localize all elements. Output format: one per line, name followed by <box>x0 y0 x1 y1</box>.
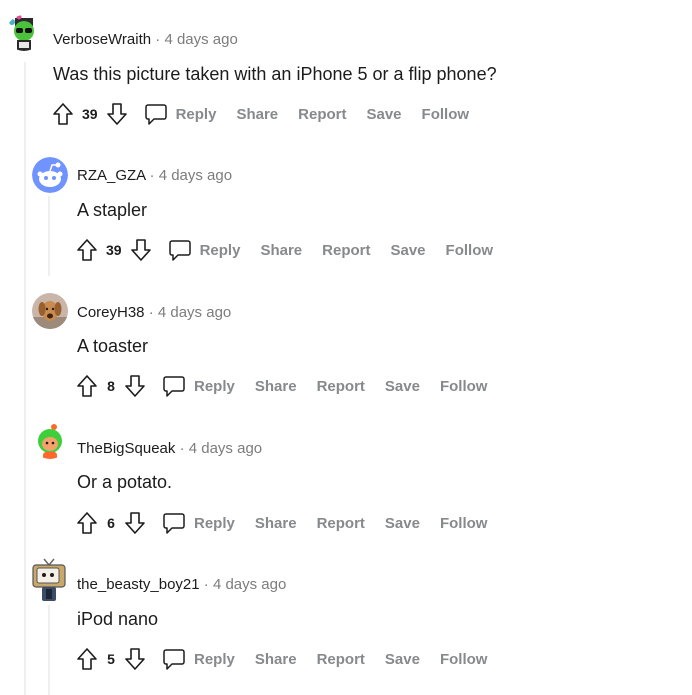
thread-line-child[interactable] <box>48 196 50 276</box>
upvote-button[interactable] <box>74 510 100 536</box>
timestamp: · 4 days ago <box>148 304 232 321</box>
upvote-button[interactable] <box>74 646 100 672</box>
save-button[interactable]: Save <box>385 515 420 532</box>
downvote-button[interactable] <box>122 646 148 672</box>
author-name[interactable]: TheBigSqueak <box>77 440 175 457</box>
reply-label: Reply <box>194 650 235 668</box>
comment-bubble-icon <box>162 511 186 535</box>
comment-bubble-icon <box>144 102 168 126</box>
author-name[interactable]: RZA_GZA <box>77 167 145 184</box>
upvote-button[interactable] <box>74 237 100 263</box>
share-button[interactable]: Share <box>260 242 302 259</box>
share-button[interactable]: Share <box>236 106 278 123</box>
reply-button[interactable]: Reply <box>162 511 235 535</box>
green-robot-avatar <box>6 15 42 51</box>
follow-button[interactable]: Follow <box>440 651 488 668</box>
follow-button[interactable]: Follow <box>440 378 488 395</box>
upvote-button[interactable] <box>50 101 76 127</box>
follow-button[interactable]: Follow <box>440 515 488 532</box>
upvote-arrow-icon <box>53 103 73 125</box>
comment-body: iPod nano <box>77 609 159 629</box>
reply-label: Reply <box>194 377 235 395</box>
comment-body: A stapler <box>77 200 148 220</box>
timestamp: · 4 days ago <box>203 576 287 593</box>
save-button[interactable]: Save <box>385 378 420 395</box>
reply-label: Reply <box>199 241 241 259</box>
save-button[interactable]: Save <box>385 651 420 668</box>
downvote-button[interactable] <box>104 101 130 127</box>
downvote-arrow-icon <box>125 648 145 670</box>
share-button[interactable]: Share <box>255 515 297 532</box>
comment-body: Was this picture taken with an iPhone 5 … <box>53 64 497 84</box>
share-button[interactable]: Share <box>255 378 297 395</box>
comment-body: Or a potato. <box>77 472 173 492</box>
report-button[interactable]: Report <box>298 106 346 123</box>
report-button[interactable]: Report <box>317 651 365 668</box>
reply-button[interactable]: Reply <box>162 647 235 671</box>
timestamp: · 4 days ago <box>155 31 238 48</box>
follow-button[interactable]: Follow <box>422 106 470 123</box>
reply-label: Reply <box>175 105 217 123</box>
save-button[interactable]: Save <box>366 106 401 123</box>
comment-bubble-icon <box>168 238 192 262</box>
avatar[interactable] <box>32 293 68 329</box>
downvote-button[interactable] <box>122 510 148 536</box>
vote-count: 39 <box>82 106 98 122</box>
comment-actions: 39 Reply Share Report Save Follow <box>50 100 489 128</box>
downvote-arrow-icon <box>106 103 127 125</box>
upvote-button[interactable] <box>74 373 100 399</box>
tv-head-snoo-avatar <box>30 557 68 603</box>
author-name[interactable]: VerboseWraith <box>53 31 151 48</box>
reply-button[interactable]: Reply <box>144 102 217 126</box>
comment-actions: 6 Reply Share Report Save Follow <box>74 509 507 537</box>
avatar[interactable] <box>30 557 68 603</box>
dog-photo-avatar <box>32 293 68 329</box>
vote-count: 39 <box>106 242 122 258</box>
author-name[interactable]: CoreyH38 <box>77 304 145 321</box>
share-button[interactable]: Share <box>255 651 297 668</box>
downvote-arrow-icon <box>130 239 151 261</box>
upvote-arrow-icon <box>77 239 97 261</box>
thread-line-child[interactable] <box>48 605 50 695</box>
comment-bubble-icon <box>162 647 186 671</box>
default-snoo-avatar <box>32 157 68 193</box>
upvote-arrow-icon <box>77 648 97 670</box>
avatar[interactable] <box>32 423 68 459</box>
report-button[interactable]: Report <box>317 515 365 532</box>
report-button[interactable]: Report <box>317 378 365 395</box>
timestamp: · 4 days ago <box>149 167 233 184</box>
downvote-arrow-icon <box>125 512 145 534</box>
comment-bubble-icon <box>162 374 186 398</box>
reply-button[interactable]: Reply <box>168 238 241 262</box>
reply-label: Reply <box>194 514 235 532</box>
comment-actions: 5 Reply Share Report Save Follow <box>74 645 507 673</box>
avatar[interactable] <box>32 157 68 193</box>
green-hair-snoo-avatar <box>32 423 68 459</box>
downvote-arrow-icon <box>125 375 145 397</box>
thread-line-root[interactable] <box>24 62 26 695</box>
comment-body: A toaster <box>77 336 149 356</box>
vote-count: 8 <box>107 378 115 394</box>
upvote-arrow-icon <box>77 375 97 397</box>
follow-button[interactable]: Follow <box>446 242 494 259</box>
comment-actions: 8 Reply Share Report Save Follow <box>74 372 507 400</box>
author-name[interactable]: the_beasty_boy21 <box>77 576 200 593</box>
vote-count: 5 <box>107 651 115 667</box>
upvote-arrow-icon <box>77 512 97 534</box>
downvote-button[interactable] <box>122 373 148 399</box>
avatar[interactable] <box>6 15 42 51</box>
downvote-button[interactable] <box>128 237 154 263</box>
save-button[interactable]: Save <box>390 242 425 259</box>
timestamp: · 4 days ago <box>179 440 263 457</box>
comment-actions: 39 Reply Share Report Save Follow <box>74 236 513 264</box>
report-button[interactable]: Report <box>322 242 370 259</box>
vote-count: 6 <box>107 515 115 531</box>
reply-button[interactable]: Reply <box>162 374 235 398</box>
